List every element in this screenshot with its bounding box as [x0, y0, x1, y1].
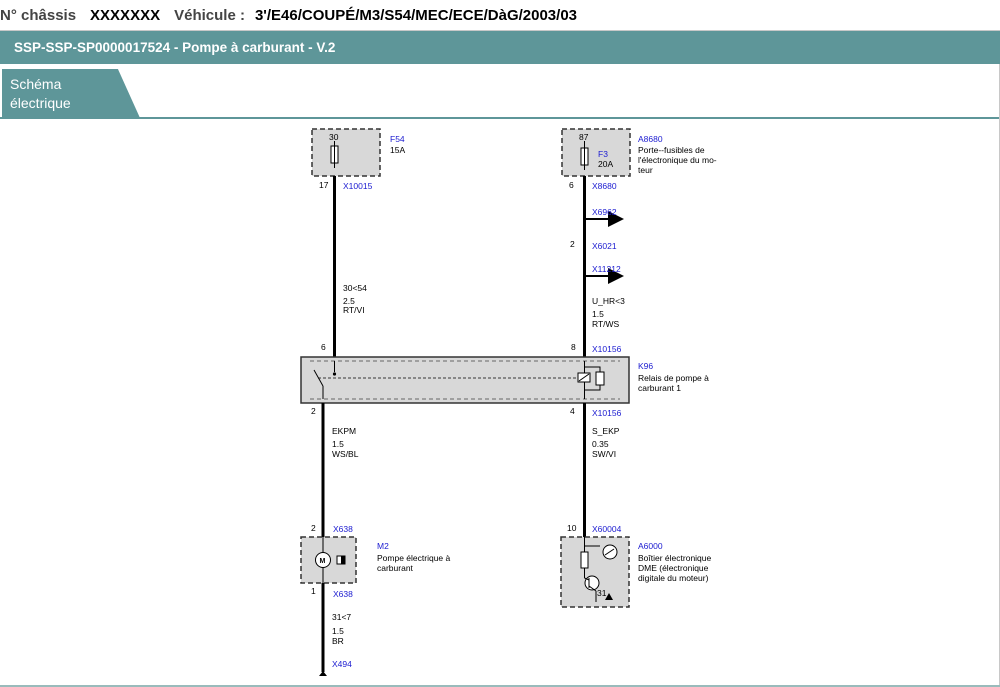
relay-k96[interactable] [300, 356, 630, 404]
a8680-desc3: teur [638, 165, 653, 175]
resistor-icon [580, 551, 589, 569]
a6000-desc3: digitale du moteur) [638, 573, 709, 583]
m2-connector-top: X638 [333, 524, 353, 534]
m2-desc2: carburant [377, 563, 414, 573]
wire-right-top-gauge: 1.5 [592, 309, 604, 319]
a6000-pin-internal: 31 [597, 588, 607, 598]
a6000-desc1: Boîtier électronique [638, 553, 712, 563]
a6000-connector: X60004 [592, 524, 622, 534]
wire-left-mid-color: WS/BL [332, 449, 359, 459]
branch-x11212-label: X11212 [592, 264, 621, 274]
a8680-connector: X8680 [592, 181, 617, 191]
k96-connector-top: X10156 [592, 344, 622, 354]
k96-pin-br: 4 [570, 406, 575, 416]
m2-pin-bottom: 1 [311, 586, 316, 596]
m2-pin-top: 2 [311, 523, 316, 533]
wire-left-top-color: RT/VI [343, 305, 365, 315]
m2-desc1: Pompe électrique à [377, 553, 451, 563]
x6021-pin: 2 [570, 239, 575, 249]
a8680-pin-top: 87 [579, 132, 589, 142]
wire-right-mid-color: SW/VI [592, 449, 616, 459]
fuse-f54[interactable] [311, 128, 381, 177]
wire-right-top-color: RT/WS [592, 319, 620, 329]
wire-right-mid-gauge: 0.35 [592, 439, 609, 449]
fuse-carrier-a8680[interactable] [561, 128, 631, 177]
wire-left-mid-signal: EKPM [332, 426, 356, 436]
a6000-pin-top: 10 [567, 523, 577, 533]
k96-id: K96 [638, 361, 653, 371]
f54-id: F54 [390, 134, 405, 144]
wire-left-mid-gauge: 1.5 [332, 439, 344, 449]
f54-connector: X10015 [343, 181, 373, 191]
wire-right-top-signal: U_HR<3 [592, 296, 625, 306]
a8680-desc1: Porte--fusibles de [638, 145, 705, 155]
wire-right-mid-signal: S_EKP [592, 426, 620, 436]
wire-left-bottom-color: BR [332, 636, 344, 646]
a6000-desc2: DME (électronique [638, 563, 709, 573]
f54-pin-top: 30 [329, 132, 339, 142]
m2-connector-bottom: X638 [333, 589, 353, 599]
wire-left-bottom-gauge: 1.5 [332, 626, 344, 636]
a8680-fuse-id: F3 [598, 149, 608, 159]
a8680-fuse-rating: 20A [598, 159, 613, 169]
k96-desc2: carburant 1 [638, 383, 681, 393]
k96-pin-bl: 2 [311, 406, 316, 416]
k96-connector-bottom: X10156 [592, 408, 622, 418]
a8680-desc2: l'électronique du mo- [638, 155, 717, 165]
dme-control-unit-a6000[interactable] [560, 536, 630, 608]
k96-pin-tl: 6 [321, 342, 326, 352]
branch-x6962-label: X6962 [592, 207, 617, 217]
motor-glyph: M [320, 558, 326, 565]
a6000-id: A6000 [638, 541, 663, 551]
x494-label: X494 [332, 659, 352, 669]
ground-arrow-icon [319, 671, 327, 676]
f54-pin-bottom: 17 [319, 180, 329, 190]
a8680-pin-bottom: 6 [569, 180, 574, 190]
fuel-pump-m2[interactable]: M [300, 536, 357, 584]
f54-rating: 15A [390, 145, 405, 155]
a8680-id: A8680 [638, 134, 663, 144]
m2-id: M2 [377, 541, 389, 551]
wire-left-top-signal: 30<54 [343, 283, 367, 293]
k96-desc1: Relais de pompe à [638, 373, 709, 383]
wiring-diagram: 30 F54 15A 17 X10015 87 F3 20A A8680 Por… [300, 128, 717, 676]
wire-left-bottom-signal: 31<7 [332, 612, 351, 622]
x6021-label: X6021 [592, 241, 617, 251]
k96-pin-tr: 8 [571, 342, 576, 352]
